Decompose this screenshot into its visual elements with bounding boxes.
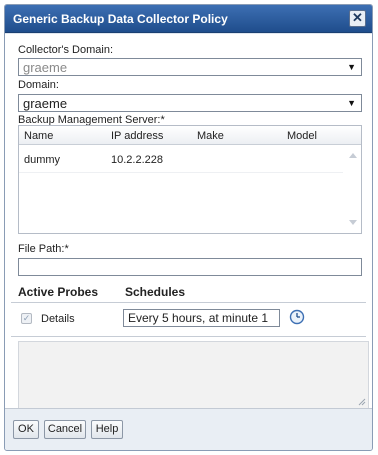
domain-value: graeme	[23, 96, 68, 111]
table-scrollbar[interactable]	[344, 145, 361, 233]
collectors-domain-label: Collector's Domain:	[18, 44, 114, 56]
schedules-header: Schedules	[125, 285, 186, 299]
scroll-up-icon[interactable]	[349, 153, 357, 158]
collectors-domain-value: graeme	[23, 60, 68, 75]
dialog-footer: OK Cancel Help	[5, 408, 372, 450]
column-header-ip[interactable]: IP address	[111, 130, 163, 142]
scroll-down-icon[interactable]	[349, 220, 357, 225]
dialog-body: Collector's Domain: graeme ▼ Domain: gra…	[5, 34, 372, 409]
clock-icon[interactable]	[289, 309, 305, 325]
policy-dialog: Generic Backup Data Collector Policy ✕ C…	[4, 4, 373, 451]
chevron-down-icon: ▼	[347, 98, 356, 108]
section-divider	[11, 302, 366, 303]
close-icon[interactable]: ✕	[349, 10, 366, 27]
resize-grip-icon[interactable]	[358, 398, 366, 406]
column-header-name[interactable]: Name	[24, 130, 53, 142]
row-divider	[19, 172, 343, 173]
backup-server-table[interactable]: Name IP address Make Model dummy 10.2.2.…	[18, 125, 362, 234]
notes-area[interactable]	[18, 341, 369, 409]
ok-button[interactable]: OK	[13, 420, 39, 439]
server-name-cell: dummy	[24, 154, 61, 166]
column-header-model[interactable]: Model	[287, 130, 317, 142]
dialog-titlebar[interactable]: Generic Backup Data Collector Policy ✕	[5, 5, 372, 33]
help-button[interactable]: Help	[91, 420, 123, 439]
probe-divider	[11, 336, 366, 337]
file-path-input[interactable]	[18, 258, 362, 276]
active-probes-header: Active Probes	[18, 285, 99, 299]
table-header: Name IP address Make Model	[19, 126, 361, 145]
details-schedule-field[interactable]: Every 5 hours, at minute 1	[123, 309, 280, 327]
server-ip-cell: 10.2.2.228	[111, 154, 163, 166]
dialog-title: Generic Backup Data Collector Policy	[13, 12, 228, 26]
details-probe-label: Details	[41, 313, 75, 325]
collectors-domain-select[interactable]: graeme ▼	[18, 58, 362, 76]
details-checkbox[interactable]: ✓	[21, 313, 32, 324]
column-header-make[interactable]: Make	[197, 130, 224, 142]
domain-label: Domain:	[18, 79, 59, 91]
file-path-label: File Path:*	[18, 243, 69, 255]
chevron-down-icon: ▼	[347, 62, 356, 72]
cancel-button[interactable]: Cancel	[44, 420, 86, 439]
domain-select[interactable]: graeme ▼	[18, 94, 362, 112]
